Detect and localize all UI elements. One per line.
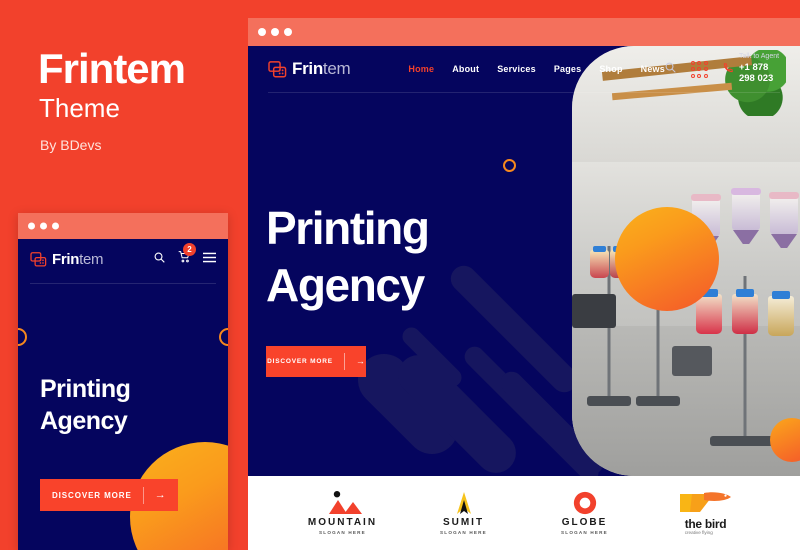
brand-logo-globe[interactable]: GLOBE SLOGAN HERE [530,491,640,536]
menu-item-pages[interactable]: Pages [554,64,582,74]
brand-name: SUMIT [442,516,485,528]
agent-phone: +1 878 298 023 [738,61,774,85]
globe-ring-icon [571,491,599,515]
site-logo-text: Frintem [292,59,351,78]
window-dot-minimize-icon[interactable] [40,222,47,230]
hero-copy: Printing Agency DISCOVER MORE → [266,200,430,378]
mobile-discover-more-button[interactable]: DISCOVER MORE → [40,479,178,511]
search-icon[interactable] [154,250,165,268]
cart-icon[interactable]: 2 [178,243,196,268]
menu-item-news[interactable]: News [641,64,665,74]
mobile-logo-text: Frintem [52,250,104,268]
bird-text: the bird creative flying [685,518,727,537]
mobile-hero-heading-line2: Agency [40,407,128,435]
brand-slogan: creative flying [684,529,713,535]
discover-more-button[interactable]: DISCOVER MORE → [266,346,366,378]
hero-cta-label: DISCOVER MORE [267,358,333,366]
mountain-icon [317,490,369,515]
agent-text: Talk to Agent +1 878 298 023 [739,53,780,86]
decor-ring-right-icon [219,328,228,346]
cta-divider [343,353,345,371]
site-viewport: Frintem Home About Services Pages Shop N… [248,46,800,550]
decor-hero-circle [615,207,719,311]
browser-dot-close-icon[interactable] [258,28,266,36]
decor-ring-left-icon [18,328,27,346]
menu-item-about[interactable]: About [452,64,479,74]
hero-heading: Printing Agency [266,200,430,314]
main-menu: Home About Services Pages Shop News [408,64,665,74]
brand-name: GLOBE [561,516,608,528]
bird-icon [678,490,734,514]
navbar-actions: Talk to Agent +1 878 298 023 [665,53,780,86]
window-dot-maximize-icon[interactable] [52,222,59,230]
brand-slogan: SLOGAN HERE [440,529,487,535]
decor-ring-icon [503,159,516,172]
agent-label: Talk to Agent [738,52,780,60]
talk-to-agent[interactable]: Talk to Agent +1 878 298 023 [723,53,780,86]
brand-slogan: SLOGAN HERE [319,529,366,535]
arrow-right-icon: → [154,488,166,501]
mobile-preview-window: Frintem 2 Printing Agency DISCOVER MORE … [18,213,228,550]
window-dot-close-icon[interactable] [28,222,35,230]
browser-dot-minimize-icon[interactable] [271,28,279,36]
phone-icon [723,60,734,78]
menu-item-shop[interactable]: Shop [599,64,622,74]
brand-logos-strip: MOUNTAIN SLOGAN HERE SUMIT SLOGAN HERE G… [248,476,800,550]
brand-logo-sumit[interactable]: SUMIT SLOGAN HERE [409,491,519,536]
window-traffic-lights[interactable] [28,222,59,230]
cta-divider [142,486,144,504]
mobile-nav-divider [30,283,216,284]
mobile-cta-label: DISCOVER MORE [52,490,132,500]
browser-window: Frintem Home About Services Pages Shop N… [248,18,800,550]
promo-subtitle: Theme [39,93,120,123]
mobile-site-body: Frintem 2 Printing Agency DISCOVER MORE … [18,239,228,550]
browser-traffic-lights[interactable] [258,28,292,36]
mobile-nav-icons: 2 [154,243,216,268]
site-navbar: Frintem Home About Services Pages Shop N… [248,46,800,92]
promo-byline: By BDevs [40,137,102,153]
menu-item-services[interactable]: Services [497,64,536,74]
arrow-right-icon: → [355,356,365,367]
hamburger-icon[interactable] [203,250,216,268]
mobile-logo[interactable]: Frintem [30,250,104,268]
navbar-divider [268,92,780,93]
grid-dots-icon[interactable] [690,60,708,78]
hero-heading-line2: Agency [266,259,425,312]
mobile-window-chrome [18,213,228,239]
site-logo[interactable]: Frintem [268,59,351,79]
cart-badge: 2 [183,243,196,256]
promo-title: Frintem [38,45,186,92]
printer-icon [268,60,287,78]
brand-logo-mountain[interactable]: MOUNTAIN SLOGAN HERE [288,490,398,536]
arrow-peak-icon [444,491,484,515]
browser-window-chrome [248,18,800,46]
search-icon[interactable] [665,60,676,78]
hero-heading-line1: Printing [266,202,430,254]
brand-slogan: SLOGAN HERE [561,529,608,535]
hero-section: Frintem Home About Services Pages Shop N… [248,46,800,476]
mobile-hero-heading: Printing Agency [40,373,131,437]
brand-name: MOUNTAIN [307,516,378,528]
brand-logo-the-bird[interactable]: the bird creative flying [651,490,761,537]
menu-item-home[interactable]: Home [408,64,434,74]
printer-icon [30,251,47,267]
mobile-hero-heading-line1: Printing [40,375,131,403]
browser-dot-maximize-icon[interactable] [284,28,292,36]
mobile-navbar: Frintem 2 [18,239,228,279]
brand-name: the bird [684,516,727,531]
